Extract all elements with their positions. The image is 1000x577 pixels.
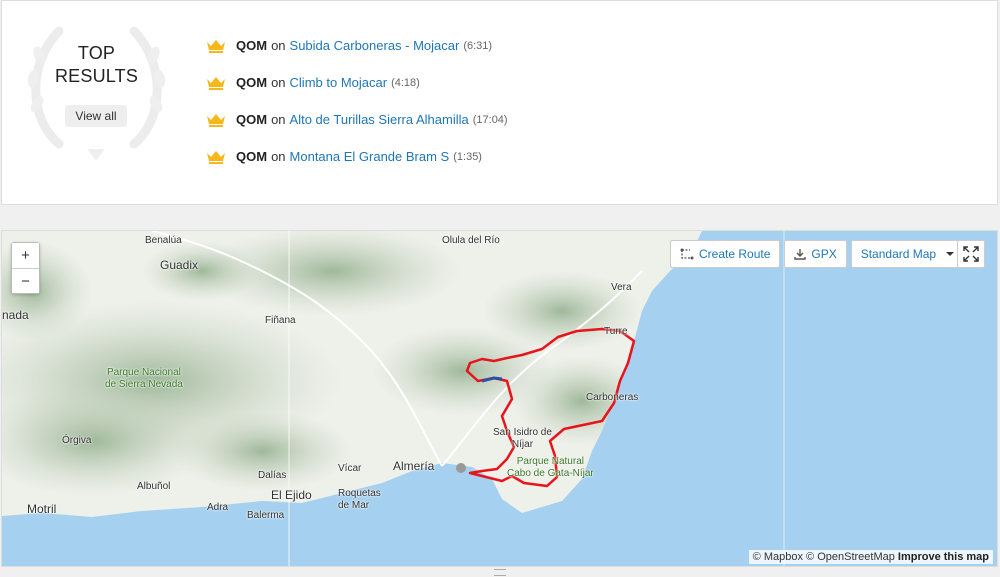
top-results-title-line1: TOP xyxy=(77,43,116,63)
map-terrain xyxy=(2,231,997,566)
fullscreen-button[interactable] xyxy=(957,240,985,268)
place-label: Dalías xyxy=(258,470,287,481)
place-label: Vera xyxy=(611,282,632,293)
place-label: Órgiva xyxy=(62,435,92,446)
map-attribution: © Mapbox © OpenStreetMap Improve this ma… xyxy=(748,550,993,564)
park-label-line: Parque Natural xyxy=(516,456,584,467)
view-all-button[interactable]: View all xyxy=(65,105,127,127)
map-style-dropdown[interactable]: Standard Map xyxy=(850,240,965,268)
on-label: on xyxy=(271,112,286,127)
place-label-line: Níjar xyxy=(511,439,534,450)
segment-link[interactable]: Montana El Grande Bram S xyxy=(290,149,450,164)
place-label: Motril xyxy=(27,502,57,516)
crown-icon xyxy=(207,113,225,127)
place-label: Vícar xyxy=(338,463,362,474)
activity-map[interactable]: Benalúa Guadix Olula del Río Vera nada F… xyxy=(1,230,998,567)
segment-time: (17:04) xyxy=(472,113,508,126)
crown-icon xyxy=(207,39,225,53)
place-label: Roquetas de Mar xyxy=(338,488,381,512)
resize-handle[interactable] xyxy=(494,569,506,576)
place-label: Carboneras xyxy=(586,392,639,403)
segment-time: (6:31) xyxy=(463,39,493,52)
place-label-line: de Mar xyxy=(338,500,370,511)
place-label: San Isidro de Níjar xyxy=(493,427,552,451)
on-label: on xyxy=(271,38,286,53)
segment-link[interactable]: Subida Carboneras - Mojacar xyxy=(290,38,460,53)
on-label: on xyxy=(271,149,286,164)
list-item: QOM on Montana El Grande Bram S (1:35) xyxy=(206,138,508,175)
place-label: Olula del Río xyxy=(442,235,500,246)
park-label-line: de Sierra Nevada xyxy=(105,379,183,390)
expand-icon xyxy=(963,246,979,262)
list-item: QOM on Climb to Mojacar (4:18) xyxy=(206,64,508,101)
qom-label: QOM xyxy=(236,75,268,90)
on-label: on xyxy=(271,75,286,90)
segment-time: (4:18) xyxy=(391,76,420,89)
crown-icon xyxy=(207,76,225,90)
place-label: Adra xyxy=(207,502,229,513)
osm-attribution-link[interactable]: © OpenStreetMap xyxy=(806,551,895,563)
top-results-card: TOP RESULTS View all QOM on Subida Carbo… xyxy=(1,0,998,205)
qom-label: QOM xyxy=(236,38,268,53)
place-label: Almería xyxy=(393,459,435,473)
place-label: Balerma xyxy=(247,510,285,521)
qom-label: QOM xyxy=(236,112,268,127)
route-icon xyxy=(680,248,694,260)
gpx-label: GPX xyxy=(811,247,837,261)
map-toolbar: Create Route GPX Standard Map xyxy=(670,240,965,268)
map-style-label: Standard Map xyxy=(860,247,937,261)
place-label: Fiñana xyxy=(265,315,296,326)
create-route-button[interactable]: Create Route xyxy=(670,240,781,268)
park-label: Parque Nacional de Sierra Nevada xyxy=(105,367,183,391)
chevron-down-icon xyxy=(946,252,955,256)
improve-map-link[interactable]: Improve this map xyxy=(898,551,989,563)
place-label: Guadix xyxy=(160,258,199,272)
download-icon xyxy=(794,249,807,260)
segment-link[interactable]: Alto de Turillas Sierra Alhamilla xyxy=(290,112,469,127)
top-results-title-line2: RESULTS xyxy=(54,66,139,86)
place-label-line: San Isidro de xyxy=(493,427,552,438)
place-label-line: Roquetas xyxy=(338,488,381,499)
place-label: Turre xyxy=(604,326,628,337)
top-results-list: QOM on Subida Carboneras - Mojacar (6:31… xyxy=(206,27,508,175)
segment-time: (1:35) xyxy=(453,150,482,163)
crown-icon xyxy=(207,150,225,164)
place-label: nada xyxy=(2,308,29,322)
park-label-line: Cabo de Gata-Níjar xyxy=(507,468,594,479)
zoom-control: + − xyxy=(11,242,40,294)
park-label: Parque Natural Cabo de Gata-Níjar xyxy=(507,456,594,480)
create-route-label: Create Route xyxy=(699,247,771,261)
place-label: Albuñol xyxy=(137,481,171,492)
qom-label: QOM xyxy=(236,149,268,164)
zoom-in-button[interactable]: + xyxy=(12,243,39,268)
list-item: QOM on Alto de Turillas Sierra Alhamilla… xyxy=(206,101,508,138)
place-label: El Ejido xyxy=(271,488,312,502)
gpx-download-button[interactable]: GPX xyxy=(784,240,847,268)
segment-link[interactable]: Climb to Mojacar xyxy=(290,75,388,90)
place-label: Benalúa xyxy=(145,235,182,246)
park-label-line: Parque Nacional xyxy=(106,367,181,378)
top-results-badge: TOP RESULTS View all xyxy=(19,9,174,164)
list-item: QOM on Subida Carboneras - Mojacar (6:31… xyxy=(206,27,508,64)
mapbox-attribution-link[interactable]: © Mapbox xyxy=(753,551,803,563)
zoom-out-button[interactable]: − xyxy=(12,268,39,293)
